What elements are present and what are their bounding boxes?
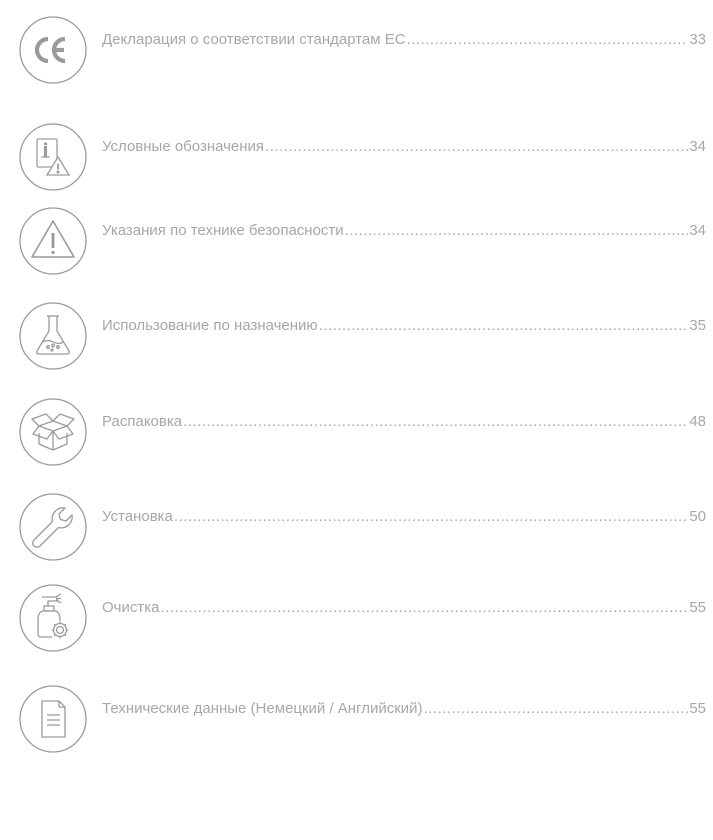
- toc-entry-label: Технические данные (Немецкий / Английски…: [102, 700, 423, 717]
- dot-leader: [160, 596, 688, 620]
- document-icon: [18, 684, 88, 754]
- ce-mark-icon: [18, 15, 88, 85]
- toc-entry-label: Использование по назначению: [102, 317, 318, 334]
- toc-page-number: 48: [689, 413, 706, 430]
- table-of-contents: Декларация о соответствии стандартам ЕС …: [0, 0, 713, 840]
- toc-entry-symbols[interactable]: Условные обозначения 34: [0, 112, 713, 191]
- toc-entry-label: Декларация о соответствии стандартам ЕС: [102, 31, 406, 48]
- dot-leader: [265, 135, 688, 159]
- toc-entry-label: Очистка: [102, 599, 160, 616]
- dot-leader: [183, 410, 688, 434]
- dot-leader: [345, 219, 689, 243]
- dot-leader: [174, 505, 688, 529]
- toc-page-number: 34: [689, 222, 706, 239]
- toc-entry-installation[interactable]: Установка 50: [0, 482, 713, 561]
- toc-entry-technical-data[interactable]: Технические данные (Немецкий / Английски…: [0, 674, 713, 753]
- info-warning-icon: [18, 122, 88, 192]
- warning-triangle-icon: [18, 206, 88, 276]
- toc-entry-label: Условные обозначения: [102, 138, 265, 155]
- toc-page-number: 55: [689, 700, 706, 717]
- toc-entry-unpacking[interactable]: Распаковка 48: [0, 387, 713, 466]
- toc-entry-intended-use[interactable]: Использование по назначению 35: [0, 291, 713, 370]
- toc-page-number: 34: [689, 138, 706, 155]
- flask-icon: [18, 301, 88, 371]
- toc-entry-ce-declaration[interactable]: Декларация о соответствии стандартам ЕС …: [0, 5, 713, 84]
- wrench-icon: [18, 492, 88, 562]
- toc-entry-label: Распаковка: [102, 413, 183, 430]
- toc-entry-cleaning[interactable]: Очистка 55: [0, 573, 713, 652]
- dot-leader: [319, 314, 689, 338]
- spray-bottle-gear-icon: [18, 583, 88, 653]
- toc-entry-label: Указания по технике безопасности: [102, 222, 344, 239]
- toc-page-number: 55: [689, 599, 706, 616]
- toc-page-number: 50: [689, 508, 706, 525]
- toc-entry-label: Установка: [102, 508, 173, 525]
- toc-page-number: 35: [689, 317, 706, 334]
- toc-entry-safety[interactable]: Указания по технике безопасности 34: [0, 196, 713, 275]
- dot-leader: [424, 697, 689, 721]
- open-box-icon: [18, 397, 88, 467]
- toc-page-number: 33: [689, 31, 706, 48]
- dot-leader: [407, 28, 689, 52]
